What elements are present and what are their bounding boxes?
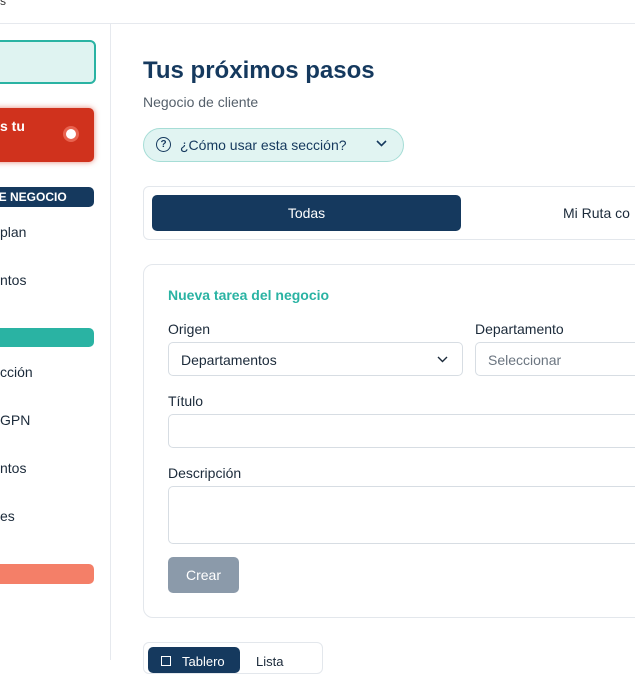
descripcion-label: Descripción (168, 465, 242, 481)
sidebar-alert-item[interactable]: s tu (0, 108, 94, 162)
titulo-input[interactable] (168, 414, 635, 448)
top-bar: s (0, 0, 635, 24)
titulo-label: Título (168, 393, 204, 409)
sidebar-item-2[interactable]: ntos (0, 272, 26, 288)
chevron-down-icon (437, 356, 448, 363)
sidebar-item-6[interactable]: es (0, 508, 15, 524)
new-task-card: Nueva tarea del negocio Origen Departame… (143, 264, 635, 618)
tab-mi-ruta[interactable]: Mi Ruta co (563, 195, 630, 231)
sidebar-section-header: DE NEGOCIO (0, 187, 94, 207)
origen-label: Origen (168, 321, 211, 337)
task-filter-tabs: Todas Mi Ruta co (143, 186, 635, 240)
sidebar-item-1[interactable]: plan (0, 224, 26, 240)
sidebar-orange-section[interactable] (0, 564, 94, 584)
origen-value: Departamentos (181, 352, 277, 368)
create-button[interactable]: Crear (168, 557, 239, 593)
help-section-button[interactable]: ? ¿Cómo usar esta sección? (143, 128, 404, 162)
origen-select[interactable]: Departamentos (168, 342, 463, 376)
departamento-label: Departamento (475, 321, 564, 337)
page-subtitle: Negocio de cliente (143, 94, 259, 110)
board-view-button[interactable]: Tablero (148, 647, 240, 673)
help-section-label: ¿Cómo usar esta sección? (180, 137, 347, 153)
descripcion-textarea[interactable] (168, 486, 635, 544)
sidebar-item-5[interactable]: ntos (0, 460, 26, 476)
departamento-placeholder: Seleccionar (488, 352, 562, 368)
chevron-down-icon (376, 140, 387, 147)
sidebar-section-label: DE NEGOCIO (0, 190, 67, 204)
board-view-label: Tablero (182, 654, 225, 669)
grid-icon (161, 656, 171, 666)
sidebar-item-3[interactable]: cción (0, 364, 33, 380)
sidebar: s tu DE NEGOCIO plan ntos cción GPN ntos… (0, 24, 111, 660)
sidebar-teal-section[interactable] (0, 328, 94, 347)
sidebar-alert-text: s tu (0, 118, 25, 134)
notification-dot-icon (66, 129, 76, 139)
tab-todas[interactable]: Todas (152, 195, 461, 231)
list-view-button[interactable]: Lista (256, 654, 283, 669)
question-icon: ? (156, 137, 171, 152)
view-toggle: Tablero Lista (143, 642, 323, 674)
sidebar-item-4[interactable]: GPN (0, 412, 30, 428)
departamento-select[interactable]: Seleccionar (475, 342, 635, 376)
new-task-title: Nueva tarea del negocio (168, 287, 330, 303)
main-content: Tus próximos pasos Negocio de cliente ? … (111, 24, 635, 674)
page-title: Tus próximos pasos (143, 57, 375, 84)
sidebar-highlight-box[interactable] (0, 40, 96, 84)
top-bar-fragment: s (0, 0, 6, 8)
